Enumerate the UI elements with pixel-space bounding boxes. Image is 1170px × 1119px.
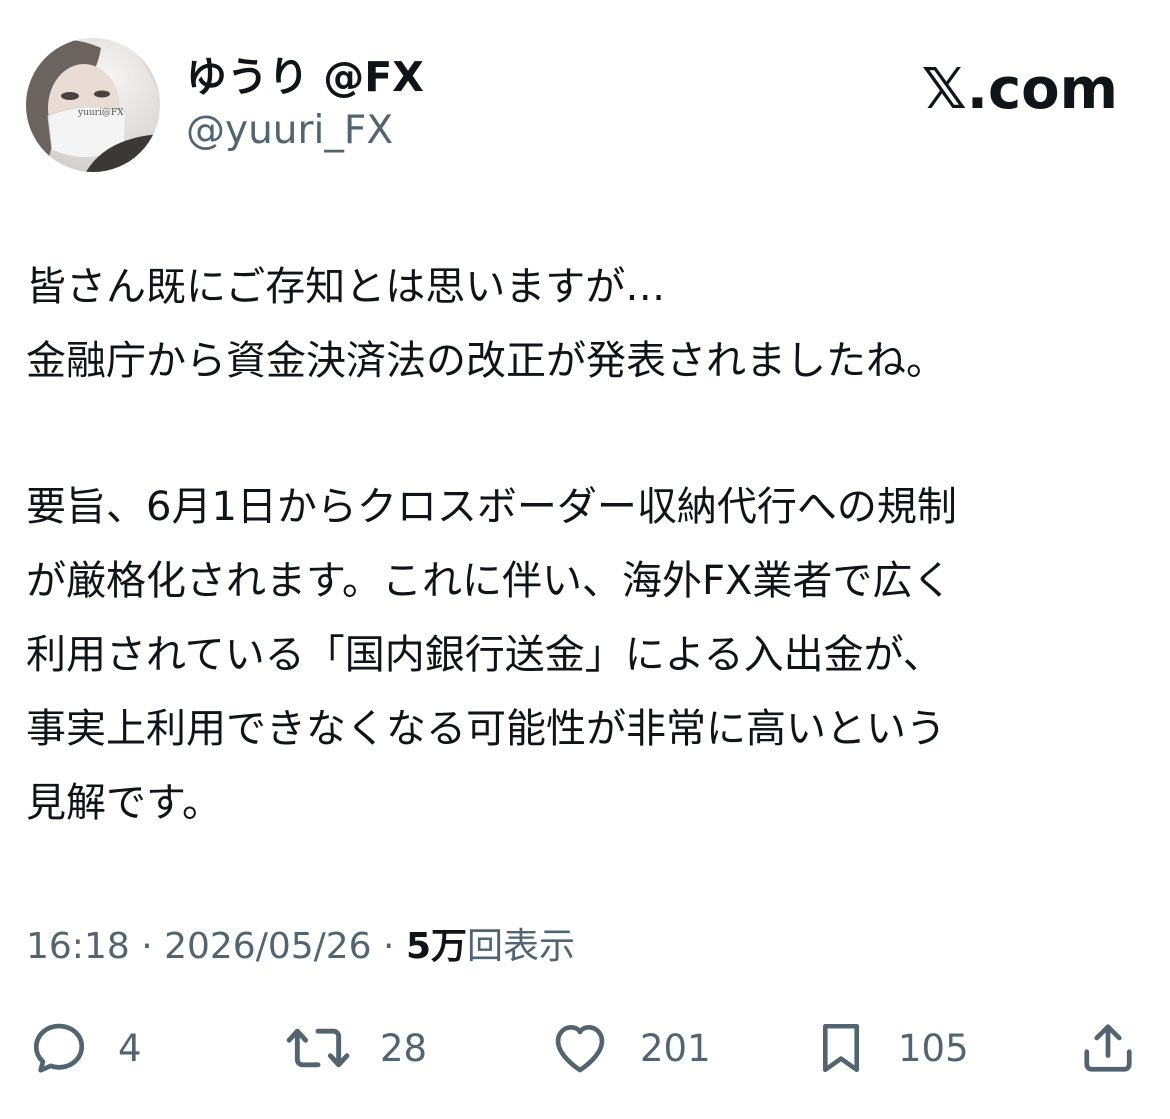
meta-separator: ·: [371, 926, 406, 967]
avatar[interactable]: yuuri@FX: [26, 38, 160, 172]
tweet-line: 金融庁から資金決済法の改正が発表されましたね。: [26, 338, 946, 384]
bookmark-button[interactable]: 105: [812, 1012, 969, 1084]
display-name[interactable]: ゆうり @FX: [186, 52, 424, 102]
tweet-meta: 16:18 · 2026/05/26 · 5万回表示: [26, 920, 575, 974]
tweet-line: 要旨、6月1日からクロスボーダー収納代行への規制: [26, 484, 957, 530]
share-icon: [1084, 1024, 1132, 1072]
tweet-text: 皆さん既にご存知とは思いますが… 金融庁から資金決済法の改正が発表されましたね。…: [26, 250, 1146, 912]
retweet-icon: [286, 1028, 350, 1068]
user-handle[interactable]: @yuuri_FX: [186, 107, 393, 155]
tweet-line: 皆さん既にご存知とは思いますが…: [26, 264, 666, 310]
like-button[interactable]: 201: [548, 1012, 711, 1084]
tweet-time[interactable]: 16:18: [26, 926, 130, 967]
action-bar: 4 28 201 105: [0, 1012, 1170, 1084]
bookmark-icon: [822, 1023, 860, 1073]
avatar-image: [26, 38, 160, 172]
bookmark-count: 105: [898, 1026, 969, 1070]
views-count: 5万: [405, 926, 467, 967]
retweet-button[interactable]: 28: [284, 1012, 427, 1084]
x-brand-logo: 𝕏.com: [921, 57, 1118, 122]
share-button[interactable]: [1078, 1012, 1138, 1084]
tweet-paragraph: 皆さん既にご存知とは思いますが… 金融庁から資金決済法の改正が発表されましたね。: [26, 250, 1146, 398]
views-label: 回表示: [467, 926, 576, 967]
reply-button[interactable]: 4: [28, 1012, 142, 1084]
retweet-count: 28: [380, 1026, 428, 1070]
tweet-line: 事実上利用できなくなる可能性が非常に高いという: [26, 706, 946, 752]
heart-icon: [555, 1025, 605, 1073]
tweet-date[interactable]: 2026/05/26: [164, 926, 372, 967]
tweet-line: 見解です。: [26, 780, 222, 826]
tweet-paragraph: 要旨、6月1日からクロスボーダー収納代行への規制 が厳格化されます。これに伴い、…: [26, 470, 1146, 840]
tweet-line: が厳格化されます。これに伴い、海外FX業者で広く: [26, 558, 953, 604]
tweet-line: 利用されている「国内銀行送金」による入出金が、: [26, 632, 943, 678]
like-count: 201: [640, 1026, 711, 1070]
reply-count: 4: [118, 1026, 142, 1070]
reply-icon: [33, 1023, 85, 1073]
avatar-watermark: yuuri@FX: [78, 108, 124, 118]
meta-separator: ·: [129, 926, 165, 967]
